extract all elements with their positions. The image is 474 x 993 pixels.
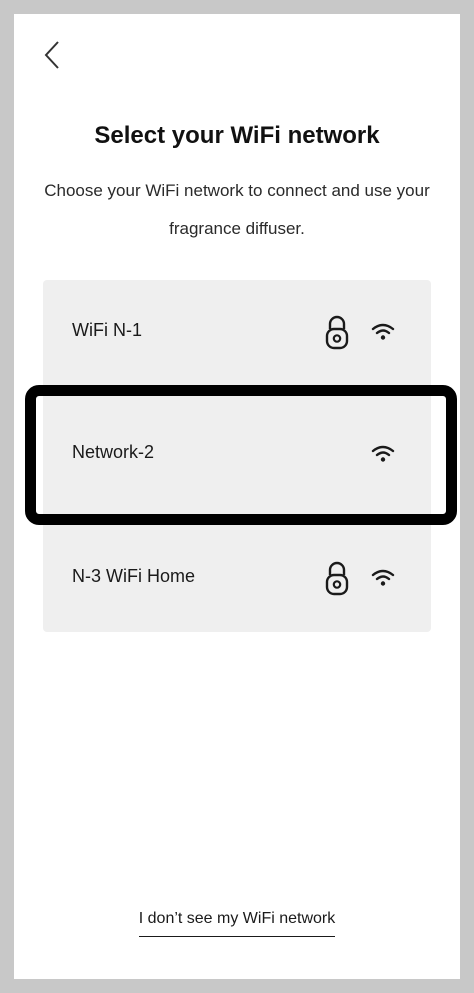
network-item-wifi-n-1[interactable]: WiFi N-1	[43, 280, 431, 384]
lock-icon	[325, 561, 349, 596]
page-subtitle: Choose your WiFi network to connect and …	[44, 181, 430, 238]
wifi-icon	[371, 323, 395, 340]
wifi-select-screen: Select your WiFi network Choose your WiF…	[14, 14, 460, 979]
network-item-n-3-wifi-home[interactable]: N-3 WiFi Home	[43, 526, 431, 630]
network-list: WiFi N-1 Network-2 N-3 WiFi Home	[43, 280, 431, 632]
chevron-left-icon	[44, 41, 59, 69]
network-name: WiFi N-1	[72, 320, 142, 340]
page-title: Select your WiFi network	[94, 122, 380, 149]
network-name: N-3 WiFi Home	[72, 566, 196, 586]
wifi-icon	[371, 569, 395, 586]
wifi-icon	[371, 445, 395, 462]
footer: I don’t see my WiFi network	[14, 910, 460, 937]
missing-network-link[interactable]: I don’t see my WiFi network	[138, 910, 336, 937]
lock-icon	[325, 315, 349, 350]
network-item-network-2[interactable]: Network-2	[43, 402, 431, 506]
network-name: Network-2	[72, 442, 155, 462]
back-button[interactable]	[40, 38, 68, 72]
